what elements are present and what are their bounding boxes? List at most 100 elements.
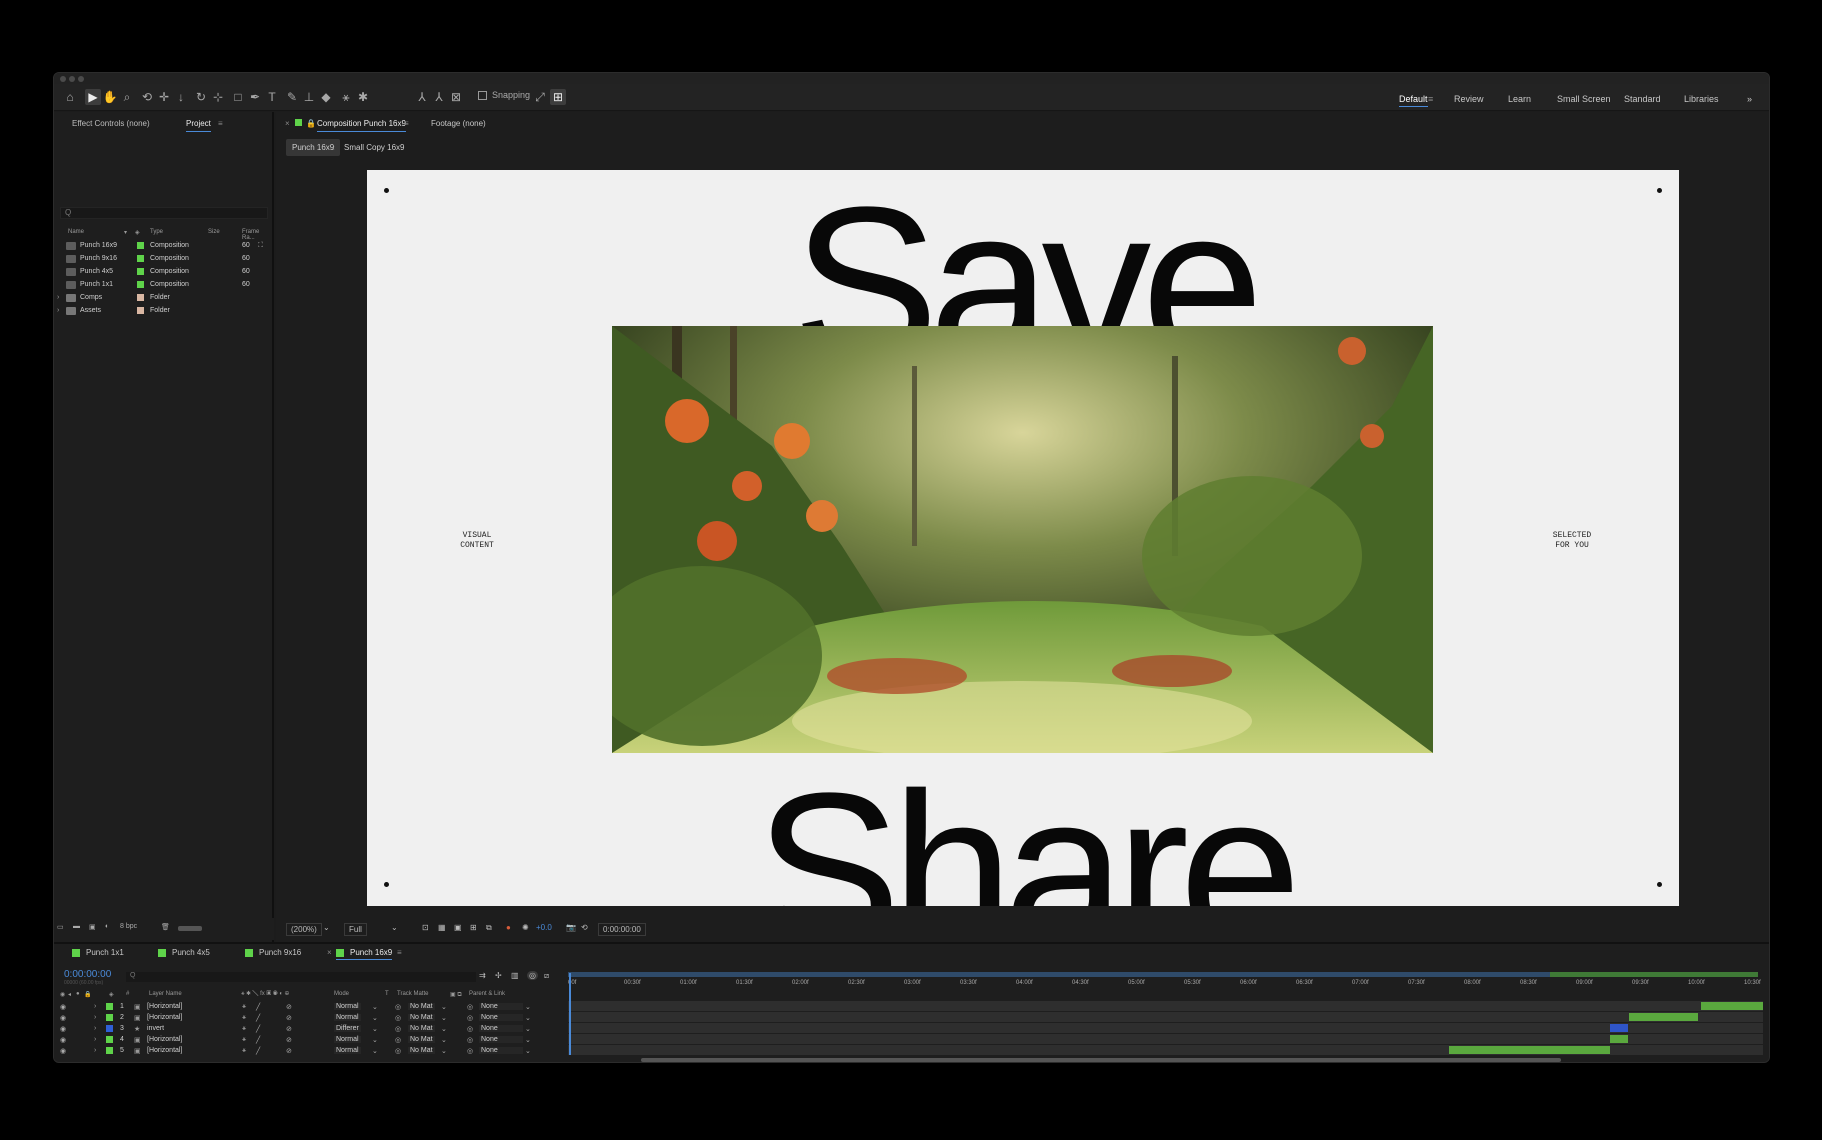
chevron-down-icon[interactable]: ⌄ bbox=[323, 923, 330, 932]
tab-effect-controls[interactable]: Effect Controls (none) bbox=[72, 119, 150, 128]
switches-icons[interactable]: ⚹ ✱ ╲ fx ▣ ◉ ◐ ⊕ bbox=[241, 991, 289, 998]
disclosure-triangle-icon[interactable]: › bbox=[94, 1003, 96, 1010]
chevron-down-icon[interactable]: ⌄ bbox=[525, 1014, 531, 1022]
workspace-small-screen[interactable]: Small Screen bbox=[1557, 94, 1611, 104]
close-tab-icon[interactable]: × bbox=[327, 948, 332, 957]
guides-icon[interactable]: ⊞ bbox=[470, 923, 477, 932]
col-track-matte[interactable]: Track Matte bbox=[397, 991, 428, 997]
minimize-window-icon[interactable] bbox=[69, 76, 75, 82]
timeline-layer-row[interactable]: ◉ › 4 ▣ [Horizontal] ⚹ ╱ ⊘ Normal ⌄ ◎ No Mat ⌄ ◎ None ⌄ bbox=[54, 1034, 544, 1045]
tab-composition[interactable]: Composition Punch 16x9 bbox=[317, 119, 406, 132]
project-folder[interactable]: › Assets Folder bbox=[57, 305, 268, 318]
label-swatch[interactable] bbox=[137, 281, 144, 288]
timeline-tab-punch-4x5[interactable]: Punch 4x5 bbox=[158, 948, 210, 957]
track-matte-dropdown[interactable]: No Mat bbox=[408, 1025, 435, 1032]
new-folder-icon[interactable]: ▬ bbox=[73, 923, 80, 930]
project-item[interactable]: Punch 9x16 Composition 60 bbox=[60, 253, 268, 266]
orbit-icon[interactable]: ⟲ bbox=[139, 89, 155, 105]
lock-icon[interactable]: 🔒 bbox=[84, 991, 91, 998]
layer-duration-bar[interactable] bbox=[1610, 1024, 1628, 1032]
interpret-footage-icon[interactable]: ▭ bbox=[57, 923, 64, 931]
blend-mode-dropdown[interactable]: Normal bbox=[334, 1047, 361, 1054]
project-search-input[interactable]: Q bbox=[60, 207, 268, 219]
adjustment-switch-icon[interactable]: ⊘ bbox=[286, 1014, 292, 1022]
track-matte-dropdown[interactable]: No Mat bbox=[408, 1036, 435, 1043]
shy-switch-icon[interactable]: ⚹ bbox=[242, 1036, 246, 1044]
col-type[interactable]: Type bbox=[150, 229, 163, 235]
disclosure-triangle-icon[interactable]: › bbox=[57, 294, 59, 301]
local-axis-icon[interactable]: ⅄ bbox=[414, 89, 430, 105]
brush-icon[interactable]: ✎ bbox=[284, 89, 300, 105]
composition-canvas[interactable]: Save Share VISUAL CONTENT SELECTED FOR Y… bbox=[367, 170, 1679, 906]
track-matte-pickwhip-icon[interactable]: ◎ bbox=[395, 1036, 401, 1044]
blend-mode-dropdown[interactable]: Normal bbox=[334, 1003, 361, 1010]
eye-icon[interactable]: ◉ bbox=[60, 1003, 66, 1011]
col-mode[interactable]: Mode bbox=[334, 991, 349, 997]
chevron-down-icon[interactable]: ⌄ bbox=[441, 1025, 447, 1033]
chevron-down-icon[interactable]: ⌄ bbox=[441, 1014, 447, 1022]
project-item[interactable]: Punch 16x9 Composition 60 ⛶ bbox=[60, 240, 268, 253]
chevron-down-icon[interactable]: ⌄ bbox=[391, 923, 398, 932]
shy-layers-icon[interactable]: ▥ bbox=[511, 971, 519, 980]
label-swatch[interactable] bbox=[137, 255, 144, 262]
layer-name[interactable]: [Horizontal] bbox=[147, 1036, 182, 1043]
panel-menu-icon[interactable]: ≡ bbox=[404, 119, 409, 128]
adjustment-switch-icon[interactable]: ⊘ bbox=[286, 1036, 292, 1044]
col-parent[interactable]: Parent & Link bbox=[469, 991, 505, 997]
adjustment-switch-icon[interactable]: ⊘ bbox=[286, 1047, 292, 1055]
thumbnail-size-slider[interactable] bbox=[178, 926, 202, 931]
eye-icon[interactable]: ◉ bbox=[60, 1025, 66, 1033]
exposure-value[interactable]: +0.0 bbox=[536, 923, 552, 932]
chevron-down-icon[interactable]: ⌄ bbox=[441, 1047, 447, 1055]
layer-name[interactable]: [Horizontal] bbox=[147, 1047, 182, 1054]
eye-icon[interactable]: ◉ bbox=[60, 1047, 66, 1055]
pen-icon[interactable]: ✒ bbox=[247, 89, 263, 105]
sort-icon[interactable]: ▾ bbox=[124, 229, 127, 236]
time-ruler[interactable]: 00f 00:30f 01:00f 01:30f 02:00f 02:30f 03:00f 0… bbox=[568, 978, 1761, 990]
timeline-tab-punch-16x9[interactable]: Punch 16x9 bbox=[336, 948, 393, 960]
resolution-dropdown[interactable]: Full bbox=[344, 923, 367, 936]
dolly-icon[interactable]: ↓ bbox=[173, 89, 189, 105]
col-t[interactable]: T bbox=[385, 991, 389, 997]
workspace-overflow-icon[interactable]: » bbox=[1747, 94, 1752, 104]
roto-brush-icon[interactable]: ⚹ bbox=[338, 89, 354, 105]
disclosure-triangle-icon[interactable]: › bbox=[94, 1014, 96, 1021]
track-matte-dropdown[interactable]: No Mat bbox=[408, 1047, 435, 1054]
type-icon[interactable]: T bbox=[264, 89, 280, 105]
delete-icon[interactable]: 🗑 bbox=[161, 923, 170, 931]
col-name[interactable]: Name bbox=[68, 229, 84, 235]
col-size[interactable]: Size bbox=[208, 229, 220, 235]
shy-switch-icon[interactable]: ⚹ bbox=[242, 1047, 246, 1055]
timeline-tab-punch-1x1[interactable]: Punch 1x1 bbox=[72, 948, 124, 957]
layer-label-swatch[interactable] bbox=[106, 1025, 113, 1032]
layer-label-swatch[interactable] bbox=[106, 1014, 113, 1021]
workspace-libraries[interactable]: Libraries bbox=[1684, 94, 1719, 104]
parent-dropdown[interactable]: None bbox=[479, 1014, 523, 1021]
label-col-icon[interactable]: ◈ bbox=[109, 991, 114, 998]
snap-feature-icon[interactable]: ⊞ bbox=[550, 89, 566, 105]
layer-duration-bar[interactable] bbox=[1629, 1013, 1699, 1021]
lock-icon[interactable]: 🔒 bbox=[306, 119, 316, 128]
layer-track[interactable] bbox=[568, 1045, 1763, 1055]
track-matte-dropdown[interactable]: No Mat bbox=[408, 1014, 435, 1021]
snap-edge-icon[interactable]: ⤢ bbox=[532, 89, 548, 105]
track-matte-pickwhip-icon[interactable]: ◎ bbox=[395, 1003, 401, 1011]
playhead[interactable] bbox=[569, 973, 571, 1055]
timeline-layer-row[interactable]: ◉ › 5 ▣ [Horizontal] ⚹ ╱ ⊘ Normal ⌄ ◎ No Mat ⌄ ◎ None ⌄ bbox=[54, 1045, 544, 1056]
chevron-down-icon[interactable]: ⌄ bbox=[372, 1036, 378, 1044]
chevron-down-icon[interactable]: ⌄ bbox=[372, 1025, 378, 1033]
timeline-tab-punch-9x16[interactable]: Punch 9x16 bbox=[245, 948, 301, 957]
close-tab-icon[interactable]: × bbox=[285, 119, 290, 128]
track-matte-pickwhip-icon[interactable]: ◎ bbox=[395, 1025, 401, 1033]
layer-duration-bar[interactable] bbox=[1700, 1002, 1763, 1010]
adjustment-switch-icon[interactable]: ⊘ bbox=[286, 1003, 292, 1011]
blend-mode-dropdown[interactable]: Normal bbox=[334, 1036, 361, 1043]
project-item[interactable]: Punch 4x5 Composition 60 bbox=[60, 266, 268, 279]
quality-switch-icon[interactable]: ╱ bbox=[256, 1047, 260, 1055]
eye-icon[interactable]: ◉ bbox=[60, 1014, 66, 1022]
parent-dropdown[interactable]: None bbox=[479, 1047, 523, 1054]
matte-toggles-icon[interactable]: ▣ ⧉ bbox=[450, 991, 462, 999]
timeline-layer-row[interactable]: ◉ › 3 ★ invert ⚹ ╱ ⊘ Differer ⌄ ◎ No Mat ⌄ ◎ None ⌄ bbox=[54, 1023, 544, 1034]
blend-mode-dropdown[interactable]: Differer bbox=[334, 1025, 361, 1032]
show-snapshot-icon[interactable]: ⟲ bbox=[581, 923, 588, 932]
